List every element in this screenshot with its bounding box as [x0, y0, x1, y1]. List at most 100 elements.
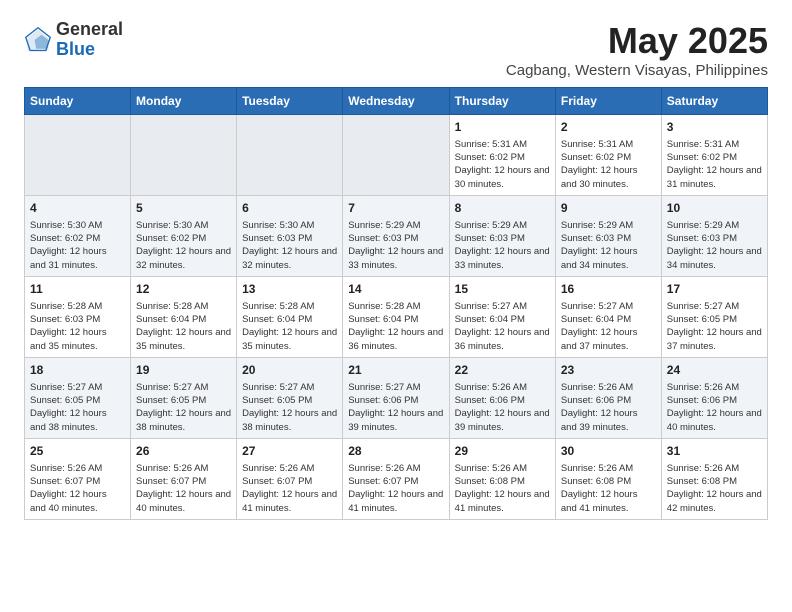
cell-sunset: Sunset: 6:05 PM — [667, 313, 762, 326]
day-number: 3 — [667, 119, 762, 136]
cell-sunset: Sunset: 6:04 PM — [136, 313, 231, 326]
calendar-cell: 8 Sunrise: 5:29 AM Sunset: 6:03 PM Dayli… — [449, 195, 555, 276]
cell-sunset: Sunset: 6:02 PM — [30, 232, 125, 245]
calendar-cell: 15 Sunrise: 5:27 AM Sunset: 6:04 PM Dayl… — [449, 276, 555, 357]
day-number: 18 — [30, 362, 125, 379]
header-thursday: Thursday — [449, 88, 555, 115]
day-number: 12 — [136, 281, 231, 298]
calendar-cell: 31 Sunrise: 5:26 AM Sunset: 6:08 PM Dayl… — [661, 438, 767, 519]
day-number: 8 — [455, 200, 550, 217]
cell-daylight: Daylight: 12 hours and 39 minutes. — [348, 407, 443, 434]
day-number: 11 — [30, 281, 125, 298]
logo-blue: Blue — [56, 40, 123, 60]
calendar-cell: 30 Sunrise: 5:26 AM Sunset: 6:08 PM Dayl… — [555, 438, 661, 519]
cell-sunrise: Sunrise: 5:26 AM — [455, 462, 550, 475]
cell-sunrise: Sunrise: 5:26 AM — [455, 381, 550, 394]
calendar-cell: 17 Sunrise: 5:27 AM Sunset: 6:05 PM Dayl… — [661, 276, 767, 357]
day-number: 23 — [561, 362, 656, 379]
day-number: 7 — [348, 200, 443, 217]
calendar-cell: 21 Sunrise: 5:27 AM Sunset: 6:06 PM Dayl… — [343, 357, 449, 438]
cell-daylight: Daylight: 12 hours and 37 minutes. — [561, 326, 656, 353]
cell-sunrise: Sunrise: 5:27 AM — [136, 381, 231, 394]
calendar-cell: 26 Sunrise: 5:26 AM Sunset: 6:07 PM Dayl… — [131, 438, 237, 519]
day-number: 16 — [561, 281, 656, 298]
calendar-cell — [25, 115, 131, 196]
cell-daylight: Daylight: 12 hours and 32 minutes. — [136, 245, 231, 272]
cell-daylight: Daylight: 12 hours and 30 minutes. — [455, 164, 550, 191]
calendar-cell: 10 Sunrise: 5:29 AM Sunset: 6:03 PM Dayl… — [661, 195, 767, 276]
cell-sunrise: Sunrise: 5:28 AM — [348, 300, 443, 313]
cell-sunrise: Sunrise: 5:26 AM — [242, 462, 337, 475]
header-monday: Monday — [131, 88, 237, 115]
cell-daylight: Daylight: 12 hours and 34 minutes. — [561, 245, 656, 272]
cell-sunrise: Sunrise: 5:26 AM — [348, 462, 443, 475]
cell-daylight: Daylight: 12 hours and 41 minutes. — [455, 488, 550, 515]
calendar-cell: 9 Sunrise: 5:29 AM Sunset: 6:03 PM Dayli… — [555, 195, 661, 276]
calendar-header: Sunday Monday Tuesday Wednesday Thursday… — [25, 88, 768, 115]
calendar-cell: 22 Sunrise: 5:26 AM Sunset: 6:06 PM Dayl… — [449, 357, 555, 438]
calendar-week-5: 25 Sunrise: 5:26 AM Sunset: 6:07 PM Dayl… — [25, 438, 768, 519]
cell-daylight: Daylight: 12 hours and 38 minutes. — [242, 407, 337, 434]
cell-sunrise: Sunrise: 5:27 AM — [455, 300, 550, 313]
cell-sunrise: Sunrise: 5:27 AM — [667, 300, 762, 313]
subtitle: Cagbang, Western Visayas, Philippines — [506, 62, 768, 79]
cell-sunset: Sunset: 6:02 PM — [455, 151, 550, 164]
cell-sunset: Sunset: 6:03 PM — [242, 232, 337, 245]
cell-sunset: Sunset: 6:08 PM — [561, 475, 656, 488]
calendar-cell: 11 Sunrise: 5:28 AM Sunset: 6:03 PM Dayl… — [25, 276, 131, 357]
cell-sunset: Sunset: 6:06 PM — [348, 394, 443, 407]
header-sunday: Sunday — [25, 88, 131, 115]
cell-sunrise: Sunrise: 5:26 AM — [30, 462, 125, 475]
cell-sunset: Sunset: 6:03 PM — [455, 232, 550, 245]
calendar-week-1: 1 Sunrise: 5:31 AM Sunset: 6:02 PM Dayli… — [25, 115, 768, 196]
cell-daylight: Daylight: 12 hours and 31 minutes. — [30, 245, 125, 272]
header-saturday: Saturday — [661, 88, 767, 115]
cell-daylight: Daylight: 12 hours and 36 minutes. — [348, 326, 443, 353]
cell-daylight: Daylight: 12 hours and 40 minutes. — [667, 407, 762, 434]
cell-daylight: Daylight: 12 hours and 42 minutes. — [667, 488, 762, 515]
calendar-week-2: 4 Sunrise: 5:30 AM Sunset: 6:02 PM Dayli… — [25, 195, 768, 276]
calendar-week-3: 11 Sunrise: 5:28 AM Sunset: 6:03 PM Dayl… — [25, 276, 768, 357]
cell-sunrise: Sunrise: 5:27 AM — [348, 381, 443, 394]
calendar-cell: 16 Sunrise: 5:27 AM Sunset: 6:04 PM Dayl… — [555, 276, 661, 357]
logo-general: General — [56, 20, 123, 40]
day-number: 28 — [348, 443, 443, 460]
calendar-cell: 14 Sunrise: 5:28 AM Sunset: 6:04 PM Dayl… — [343, 276, 449, 357]
cell-sunrise: Sunrise: 5:30 AM — [30, 219, 125, 232]
calendar-cell: 7 Sunrise: 5:29 AM Sunset: 6:03 PM Dayli… — [343, 195, 449, 276]
calendar-cell: 28 Sunrise: 5:26 AM Sunset: 6:07 PM Dayl… — [343, 438, 449, 519]
cell-sunrise: Sunrise: 5:30 AM — [242, 219, 337, 232]
cell-sunset: Sunset: 6:07 PM — [30, 475, 125, 488]
cell-sunset: Sunset: 6:06 PM — [667, 394, 762, 407]
cell-sunrise: Sunrise: 5:26 AM — [667, 462, 762, 475]
cell-sunrise: Sunrise: 5:30 AM — [136, 219, 231, 232]
cell-sunset: Sunset: 6:06 PM — [455, 394, 550, 407]
calendar-cell: 2 Sunrise: 5:31 AM Sunset: 6:02 PM Dayli… — [555, 115, 661, 196]
cell-sunset: Sunset: 6:03 PM — [348, 232, 443, 245]
calendar-cell: 12 Sunrise: 5:28 AM Sunset: 6:04 PM Dayl… — [131, 276, 237, 357]
cell-sunset: Sunset: 6:03 PM — [667, 232, 762, 245]
cell-sunset: Sunset: 6:08 PM — [455, 475, 550, 488]
cell-sunrise: Sunrise: 5:29 AM — [348, 219, 443, 232]
calendar-cell: 27 Sunrise: 5:26 AM Sunset: 6:07 PM Dayl… — [237, 438, 343, 519]
cell-daylight: Daylight: 12 hours and 31 minutes. — [667, 164, 762, 191]
cell-daylight: Daylight: 12 hours and 40 minutes. — [30, 488, 125, 515]
cell-sunset: Sunset: 6:02 PM — [136, 232, 231, 245]
day-number: 17 — [667, 281, 762, 298]
cell-sunrise: Sunrise: 5:31 AM — [561, 138, 656, 151]
logo: General Blue — [24, 20, 123, 60]
cell-sunset: Sunset: 6:04 PM — [242, 313, 337, 326]
calendar-cell: 18 Sunrise: 5:27 AM Sunset: 6:05 PM Dayl… — [25, 357, 131, 438]
cell-sunset: Sunset: 6:07 PM — [136, 475, 231, 488]
calendar-cell: 3 Sunrise: 5:31 AM Sunset: 6:02 PM Dayli… — [661, 115, 767, 196]
day-number: 27 — [242, 443, 337, 460]
header-row: Sunday Monday Tuesday Wednesday Thursday… — [25, 88, 768, 115]
cell-daylight: Daylight: 12 hours and 36 minutes. — [455, 326, 550, 353]
cell-sunrise: Sunrise: 5:29 AM — [561, 219, 656, 232]
day-number: 26 — [136, 443, 231, 460]
cell-sunset: Sunset: 6:05 PM — [242, 394, 337, 407]
cell-sunset: Sunset: 6:07 PM — [242, 475, 337, 488]
day-number: 5 — [136, 200, 231, 217]
cell-sunset: Sunset: 6:06 PM — [561, 394, 656, 407]
calendar-cell: 24 Sunrise: 5:26 AM Sunset: 6:06 PM Dayl… — [661, 357, 767, 438]
